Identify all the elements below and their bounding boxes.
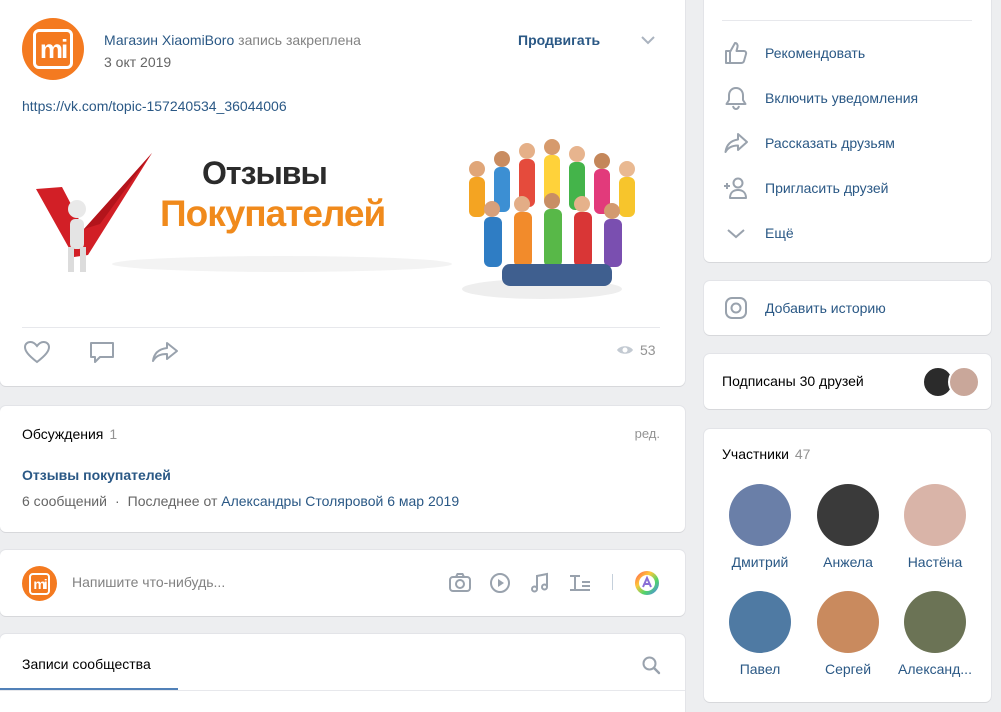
menu-item-share[interactable]: Рассказать друзьям [722, 128, 982, 158]
last-date-link[interactable]: 6 мар 2019 [387, 493, 459, 509]
post-link[interactable]: https://vk.com/topic-157240534_36044006 [22, 98, 287, 114]
menu-item-label: Рекомендовать [765, 45, 866, 61]
member-avatar [904, 484, 966, 546]
member-card[interactable]: Дмитрий [716, 484, 804, 570]
menu-item-recommend[interactable]: Рекомендовать [722, 38, 982, 68]
members-title[interactable]: Участники 47 [722, 446, 810, 462]
friend-avatar [948, 366, 980, 398]
pinned-note: запись закреплена [238, 32, 361, 48]
member-card[interactable]: Александ... [891, 591, 979, 677]
edit-link[interactable]: ред. [635, 426, 660, 441]
community-feed: Записи сообщества [0, 634, 685, 712]
thumbs-up-icon [725, 42, 748, 64]
menu-item-label: Ещё [765, 225, 794, 241]
member-avatar [904, 591, 966, 653]
discussion-messages: 6 сообщений [22, 493, 107, 509]
camera-icon[interactable] [448, 572, 472, 594]
discussion-topic-link[interactable]: Отзывы покупателей [22, 467, 171, 483]
music-icon[interactable] [528, 572, 552, 594]
post-divider [22, 327, 660, 328]
member-avatar [729, 484, 791, 546]
menu-item-notifications[interactable]: Включить уведомления [722, 83, 982, 113]
member-name: Александ... [898, 661, 972, 677]
add-story-block: Добавить историю [704, 281, 991, 335]
menu-item-label: Рассказать друзьям [765, 135, 895, 151]
menu-divider [722, 20, 972, 21]
post-author-link[interactable]: Магазин XiaomiBoro [104, 32, 234, 48]
member-avatar [729, 591, 791, 653]
poster-icon[interactable] [635, 571, 659, 595]
member-name: Павел [739, 661, 781, 677]
post-header: Магазин XiaomiBoro запись закреплена [104, 32, 361, 48]
community-actions-menu: Рекомендовать Включить уведомления Расск… [704, 0, 991, 262]
member-name: Анжела [823, 554, 873, 570]
banner-title-line2: Покупателей [160, 193, 386, 234]
discussion-meta: 6 сообщений · Последнее от Александры Стол… [22, 493, 460, 509]
composer-avatar: mi [22, 566, 57, 601]
composer-input[interactable]: Напишите что-нибудь... [72, 574, 225, 590]
member-card[interactable]: Настёна [891, 484, 979, 570]
menu-item-invite[interactable]: Пригласить друзей [722, 173, 982, 203]
member-card[interactable]: Анжела [804, 484, 892, 570]
views-count: 53 [640, 342, 656, 358]
views-counter: 53 [616, 342, 656, 358]
add-story-label: Добавить историю [765, 300, 886, 316]
member-card[interactable]: Павел [716, 591, 804, 677]
tabs-divider [0, 690, 685, 691]
video-icon[interactable] [488, 572, 512, 594]
member-name: Дмитрий [731, 554, 789, 570]
chevron-down-icon[interactable] [640, 34, 656, 46]
discussions-title[interactable]: Обсуждения 1 [22, 426, 117, 442]
toolbar-separator [612, 574, 613, 590]
story-icon [725, 297, 747, 319]
friends-subscribed-block[interactable]: Подписаны 30 друзей [704, 354, 991, 409]
bell-icon [725, 87, 747, 110]
menu-item-more[interactable]: Ещё [722, 218, 982, 248]
article-icon[interactable] [568, 572, 592, 594]
share-icon[interactable] [150, 338, 180, 366]
members-count: 47 [794, 446, 811, 462]
comment-icon[interactable] [87, 338, 117, 366]
menu-item-label: Включить уведомления [765, 90, 919, 106]
community-avatar[interactable]: mi [22, 18, 84, 80]
pinned-post: mi Магазин XiaomiBoro запись закреплена … [0, 0, 685, 386]
add-story-button[interactable]: Добавить историю [722, 293, 982, 323]
add-user-icon [724, 177, 747, 199]
discussions-title-label: Обсуждения [22, 426, 104, 442]
member-name: Настёна [907, 554, 963, 570]
search-icon[interactable] [641, 655, 661, 675]
share-icon [724, 133, 748, 153]
discussions-block: Обсуждения 1 ред. Отзывы покупателей 6 со… [0, 406, 685, 532]
last-author-link[interactable]: Александры Столяровой [221, 493, 383, 509]
discussions-count: 1 [109, 426, 118, 442]
member-name: Сергей [824, 661, 872, 677]
post-image[interactable]: Отзывы Покупателей [22, 129, 662, 304]
chevron-down-icon [727, 229, 745, 239]
member-avatar [817, 591, 879, 653]
members-block: Участники 47 Дмитрий Анжела Настёна Павел… [704, 429, 991, 702]
menu-item-label: Пригласить друзей [765, 180, 889, 196]
discussion-last-prefix: Последнее от [127, 493, 218, 509]
members-title-label: Участники [722, 446, 789, 462]
post-composer: mi Напишите что-нибудь... [0, 550, 685, 616]
promote-button[interactable]: Продвигать [518, 32, 600, 48]
member-avatar [817, 484, 879, 546]
post-date[interactable]: 3 окт 2019 [104, 54, 171, 70]
banner-title-line1: Отзывы [202, 155, 328, 191]
friends-subscribed-label: Подписаны 30 друзей [722, 373, 864, 389]
tab-community-posts[interactable]: Записи сообщества [22, 656, 151, 672]
member-card[interactable]: Сергей [804, 591, 892, 677]
like-icon[interactable] [22, 338, 52, 366]
eye-icon [617, 346, 633, 354]
